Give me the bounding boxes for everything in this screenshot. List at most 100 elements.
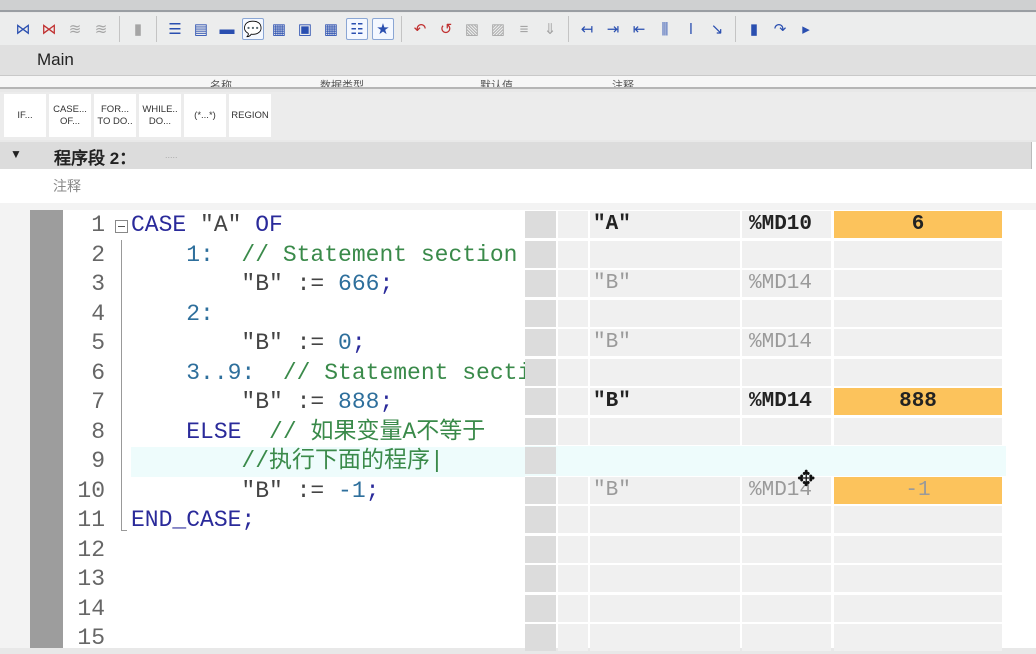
- row-status: [558, 565, 588, 592]
- if-button[interactable]: IF...: [4, 94, 46, 137]
- code-line[interactable]: 1 CASE "A" OF: [63, 211, 525, 241]
- copy-icon[interactable]: ▧: [461, 18, 483, 40]
- view-collapse-icon[interactable]: ▬: [216, 18, 238, 40]
- while-do-button[interactable]: WHILE.. DO...: [139, 94, 181, 137]
- indent-list-icon[interactable]: ☷: [346, 18, 368, 40]
- code-token-num: 3..9:: [131, 359, 283, 386]
- code-line[interactable]: 2 1: // Statement section: [63, 241, 525, 271]
- collapse-triangle-icon[interactable]: ▼: [10, 147, 22, 161]
- favorite-icon[interactable]: ★: [372, 18, 394, 40]
- columns-icon[interactable]: ⫼: [654, 18, 676, 40]
- code-line[interactable]: 13: [63, 565, 525, 595]
- code-token-cm: // Statement section: [241, 241, 518, 268]
- line-number: 3: [91, 271, 105, 297]
- monitor-value: [834, 565, 1002, 592]
- download-icon[interactable]: ⇓: [539, 18, 561, 40]
- fold-toggle-icon[interactable]: [115, 220, 128, 233]
- toolbar-separator: [156, 16, 157, 42]
- column-comment[interactable]: 注释: [612, 77, 634, 87]
- monitor-row: [525, 505, 1006, 535]
- network-header[interactable]: ▼ 程序段 2： .....: [0, 142, 1036, 169]
- network-comment[interactable]: 注释: [0, 169, 1036, 203]
- jump-left-icon[interactable]: ↤: [576, 18, 598, 40]
- indent-left-icon[interactable]: ⇤: [628, 18, 650, 40]
- code-line[interactable]: 11 END_CASE;: [63, 506, 525, 536]
- code-line[interactable]: 7 "B" := 888;: [63, 388, 525, 418]
- code-token-str: "A": [200, 212, 256, 238]
- code-line[interactable]: 12: [63, 536, 525, 566]
- code-token-kw: ;: [365, 477, 380, 504]
- monitor-tag-name: [590, 240, 740, 268]
- code-line[interactable]: 15: [63, 624, 525, 654]
- row-marker: [525, 565, 556, 592]
- column-name[interactable]: 名称: [210, 77, 232, 87]
- code-line[interactable]: 10 "B" := -1;: [63, 477, 525, 507]
- db-icon[interactable]: ▮: [127, 18, 149, 40]
- row-status: [558, 506, 588, 533]
- monitor-row: [525, 358, 1006, 388]
- monitor-value: [834, 270, 1002, 297]
- delete-block-call-icon[interactable]: ⋈: [38, 18, 60, 40]
- line-number: 1: [91, 212, 105, 238]
- monitor-tag-name: [590, 358, 740, 386]
- code-token-str: "B" :=: [131, 271, 339, 297]
- fold-guide: [121, 240, 122, 530]
- monitor-row: "A" %MD10 6: [525, 210, 1006, 240]
- more-icon[interactable]: ▸: [795, 18, 817, 40]
- monitor-tag-name: [590, 447, 740, 474]
- align-icon[interactable]: ≡: [513, 18, 535, 40]
- code-token-cm: // 如果变量A不等于: [269, 418, 486, 445]
- update-all-icon[interactable]: ≋: [90, 18, 112, 40]
- line-number: 13: [77, 566, 105, 592]
- monitor-tag-name: "B": [590, 476, 740, 504]
- code-line[interactable]: 8 ELSE // 如果变量A不等于: [63, 418, 525, 448]
- code-token-num: -1: [338, 477, 366, 504]
- code-text: 2:: [131, 300, 214, 330]
- column-default[interactable]: 默认值: [480, 77, 513, 87]
- indent-right-icon[interactable]: ⇥: [602, 18, 624, 40]
- monitor-address: [742, 594, 831, 622]
- breakpoint-clear-icon[interactable]: ↶: [409, 18, 431, 40]
- monitor-tag-name: [590, 506, 740, 533]
- user-down-icon[interactable]: ▣: [294, 18, 316, 40]
- monitor-tag-name: [590, 417, 740, 445]
- delete-line-icon[interactable]: ↘: [706, 18, 728, 40]
- row-marker: [525, 594, 556, 622]
- code-token-kw: ;: [379, 389, 394, 415]
- insert-block-call-icon[interactable]: ⋈: [12, 18, 34, 40]
- comment-placeholder[interactable]: 注释: [53, 176, 81, 196]
- code-line[interactable]: 14: [63, 595, 525, 625]
- code-line[interactable]: 4 2:: [63, 300, 525, 330]
- tag2-down-icon[interactable]: ▦: [320, 18, 342, 40]
- column-datatype[interactable]: 数据类型: [320, 77, 364, 87]
- comment-bubble-icon[interactable]: 💬: [242, 18, 264, 40]
- region-button[interactable]: REGION: [229, 94, 271, 137]
- fold-guide-end: [121, 530, 127, 531]
- bookmark-goto-icon[interactable]: ↷: [769, 18, 791, 40]
- insert-line-icon[interactable]: ǀ: [680, 18, 702, 40]
- row-marker: [525, 358, 556, 386]
- monitor-value: [834, 358, 1002, 386]
- code-token-kw: ELSE: [131, 418, 270, 445]
- code-line[interactable]: 9 //执行下面的程序|: [63, 447, 525, 477]
- goto-clear-icon[interactable]: ↺: [435, 18, 457, 40]
- monitor-row: [525, 564, 1006, 594]
- for-to-do-button[interactable]: FOR... TO DO..: [94, 94, 136, 137]
- view-split-icon[interactable]: ▤: [190, 18, 212, 40]
- monitor-tag-name: "A": [590, 211, 740, 238]
- list-icon[interactable]: ☰: [164, 18, 186, 40]
- toolbar-separator: [401, 16, 402, 42]
- code-text: "B" := 888;: [131, 388, 393, 418]
- comment-block-button[interactable]: (*...*): [184, 94, 226, 137]
- network-title-placeholder[interactable]: .....: [165, 150, 178, 160]
- update-icon[interactable]: ≋: [64, 18, 86, 40]
- code-line[interactable]: 5 "B" := 0;: [63, 329, 525, 359]
- tag-down-icon[interactable]: ▦: [268, 18, 290, 40]
- code-line[interactable]: 6 3..9: // Statement section: [63, 359, 525, 389]
- case-of-button[interactable]: CASE... OF...: [49, 94, 91, 137]
- code-line[interactable]: 3 "B" := 666;: [63, 270, 525, 300]
- bookmark-add-icon[interactable]: ▮: [743, 18, 765, 40]
- paste-icon[interactable]: ▨: [487, 18, 509, 40]
- line-number: 6: [91, 359, 105, 386]
- monitor-row: [525, 240, 1006, 270]
